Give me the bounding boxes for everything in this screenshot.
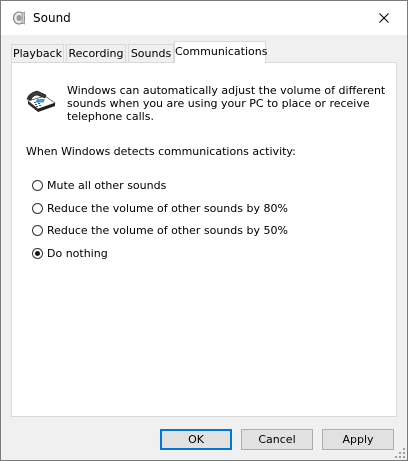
radio-button[interactable] <box>32 179 43 191</box>
cancel-button[interactable]: Cancel <box>241 429 313 450</box>
detect-activity-label: When Windows detects communications acti… <box>26 145 296 158</box>
window-title: Sound <box>33 11 71 25</box>
radio-button[interactable] <box>32 202 43 214</box>
option-mute-all[interactable]: Mute all other sounds <box>32 177 166 193</box>
option-reduce-50[interactable]: Reduce the volume of other sounds by 50% <box>32 222 288 238</box>
tab-recording[interactable]: Recording <box>66 44 126 63</box>
option-label: Reduce the volume of other sounds by 80% <box>47 201 288 215</box>
telephone-icon <box>26 90 56 112</box>
option-do-nothing[interactable]: Do nothing <box>32 245 108 261</box>
close-icon <box>379 13 389 23</box>
tab-playback[interactable]: Playback <box>11 44 64 63</box>
option-label: Reduce the volume of other sounds by 50% <box>47 223 288 237</box>
speaker-icon <box>13 11 25 25</box>
sound-dialog: Sound Playback Recording Sounds Communic… <box>0 0 408 461</box>
radio-button[interactable] <box>32 247 43 259</box>
tab-sounds[interactable]: Sounds <box>128 44 174 63</box>
option-reduce-80[interactable]: Reduce the volume of other sounds by 80% <box>32 200 288 216</box>
communications-description: Windows can automatically adjust the vol… <box>67 84 386 123</box>
title-bar: Sound <box>1 1 407 35</box>
option-label: Do nothing <box>47 246 108 260</box>
tab-communications[interactable]: Communications <box>174 41 267 63</box>
communications-panel: Windows can automatically adjust the vol… <box>11 62 397 417</box>
ok-button[interactable]: OK <box>160 429 232 450</box>
option-label: Mute all other sounds <box>47 178 167 192</box>
resize-grip-icon[interactable] <box>395 448 405 458</box>
close-button[interactable] <box>361 1 407 35</box>
radio-button[interactable] <box>32 224 43 236</box>
apply-button[interactable]: Apply <box>322 429 394 450</box>
